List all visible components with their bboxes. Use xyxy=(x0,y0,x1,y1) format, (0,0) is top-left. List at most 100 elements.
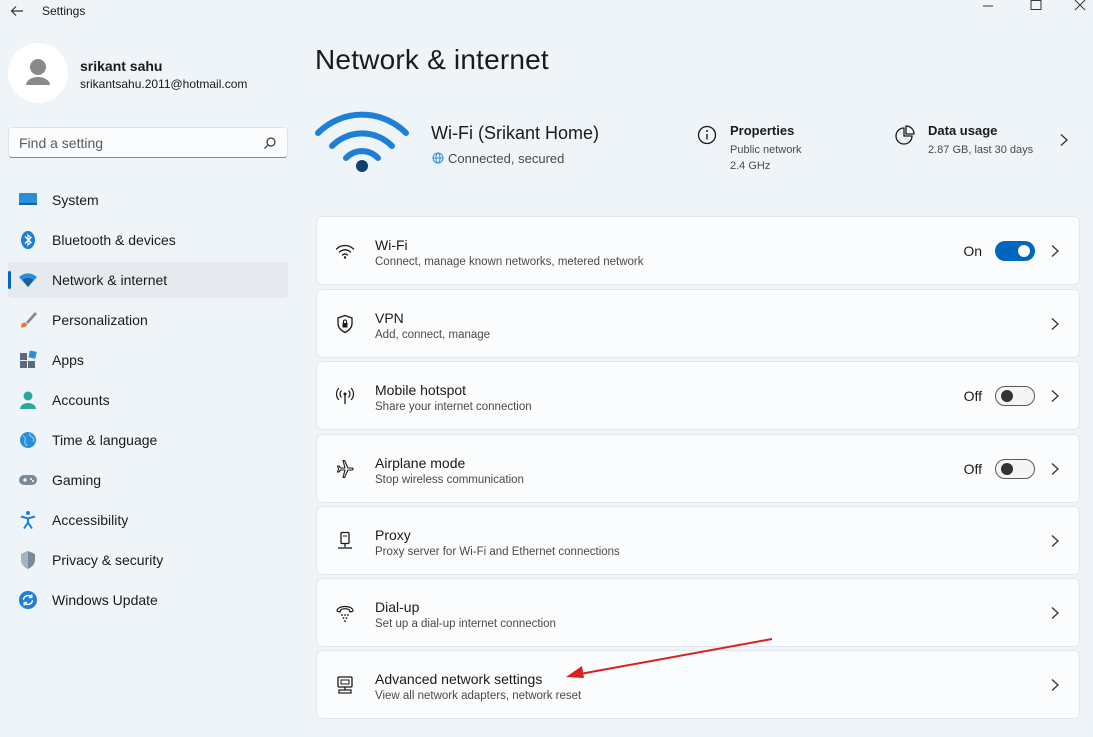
chevron-right-icon[interactable] xyxy=(1049,317,1061,331)
sidebar-item-label: Gaming xyxy=(52,472,102,488)
back-arrow-icon[interactable] xyxy=(8,2,26,20)
chevron-right-icon[interactable] xyxy=(1049,606,1061,620)
network-band: 2.4 GHz xyxy=(730,160,771,172)
sidebar-item-bluetooth[interactable]: Bluetooth & devices xyxy=(8,222,288,258)
account-icon xyxy=(20,391,36,409)
airplane-icon xyxy=(336,459,354,479)
card-title: Proxy xyxy=(375,527,411,543)
close-icon[interactable] xyxy=(1070,0,1090,12)
chevron-right-icon[interactable] xyxy=(1049,534,1061,548)
wifi-icon xyxy=(335,244,355,259)
sidebar-item-network[interactable]: Network & internet xyxy=(8,262,288,298)
gamepad-icon xyxy=(19,475,37,485)
mobile-hotspot-card[interactable]: Mobile hotspot Share your internet conne… xyxy=(316,361,1080,430)
brush-icon xyxy=(21,312,37,328)
toggle-label: Off xyxy=(963,461,982,477)
network-name: Wi-Fi (Srikant Home) xyxy=(431,123,600,143)
user-name: srikant sahu xyxy=(80,58,163,74)
sidebar-item-time-language[interactable]: Time & language xyxy=(8,422,288,458)
title-bar: Settings xyxy=(0,0,1093,24)
card-subtitle: Proxy server for Wi-Fi and Ethernet conn… xyxy=(375,546,620,558)
avatar[interactable] xyxy=(8,43,68,103)
card-subtitle: Connect, manage known networks, metered … xyxy=(375,256,644,268)
card-subtitle: Stop wireless communication xyxy=(375,474,524,486)
sidebar-item-label: Windows Update xyxy=(52,592,158,608)
airplane-mode-toggle[interactable] xyxy=(995,459,1035,479)
toggle-label: Off xyxy=(963,388,982,404)
data-usage-title: Data usage xyxy=(928,123,998,138)
sidebar-item-apps[interactable]: Apps xyxy=(8,342,288,378)
shield-icon xyxy=(21,551,35,569)
chevron-right-icon[interactable] xyxy=(1049,462,1061,476)
sidebar-item-label: Accounts xyxy=(52,392,110,408)
network-status: Connected, secured xyxy=(432,151,564,166)
search-input[interactable] xyxy=(19,134,249,152)
sidebar-item-privacy[interactable]: Privacy & security xyxy=(8,542,288,578)
sidebar-item-label: Accessibility xyxy=(52,512,129,528)
card-title: VPN xyxy=(375,310,404,326)
sidebar-item-label: System xyxy=(52,192,99,208)
sidebar-item-label: Network & internet xyxy=(52,272,168,288)
sidebar-item-label: Privacy & security xyxy=(52,552,164,568)
pie-chart-icon xyxy=(895,125,915,145)
advanced-network-icon xyxy=(337,676,353,694)
maximize-icon[interactable] xyxy=(1026,0,1046,12)
proxy-icon xyxy=(338,531,352,549)
toggle-knob xyxy=(1018,245,1030,257)
accessibility-icon xyxy=(20,511,36,530)
card-subtitle: Share your internet connection xyxy=(375,401,532,413)
sidebar-item-personalization[interactable]: Personalization xyxy=(8,302,288,338)
page-title: Network & internet xyxy=(315,44,549,75)
card-title: Wi-Fi xyxy=(375,237,408,253)
hotspot-icon xyxy=(335,387,355,404)
annotation-arrow xyxy=(566,638,773,678)
sidebar-item-system[interactable]: System xyxy=(8,182,288,218)
network-icon xyxy=(19,273,37,287)
chevron-right-icon xyxy=(1060,134,1068,146)
airplane-mode-card[interactable]: Airplane mode Stop wireless communicatio… xyxy=(316,434,1080,503)
mobile-hotspot-toggle[interactable] xyxy=(995,386,1035,406)
sidebar-item-gaming[interactable]: Gaming xyxy=(8,462,288,498)
sidebar-item-windows-update[interactable]: Windows Update xyxy=(8,582,288,618)
wifi-large-icon xyxy=(315,111,409,172)
proxy-card[interactable]: Proxy Proxy server for Wi-Fi and Etherne… xyxy=(316,506,1080,575)
toggle-label: On xyxy=(963,243,982,259)
sidebar-item-label: Time & language xyxy=(52,432,158,448)
search-icon[interactable] xyxy=(263,136,277,150)
selected-indicator xyxy=(8,271,11,289)
sidebar-item-accessibility[interactable]: Accessibility xyxy=(8,502,288,538)
search-box[interactable] xyxy=(8,127,288,158)
sidebar-item-label: Bluetooth & devices xyxy=(52,232,176,248)
apps-icon xyxy=(20,350,37,368)
data-usage-value: 2.87 GB, last 30 days xyxy=(928,144,1034,156)
card-title: Advanced network settings xyxy=(375,671,543,687)
minimize-icon[interactable] xyxy=(978,0,998,12)
toggle-knob xyxy=(1001,390,1013,402)
dialup-icon xyxy=(336,605,354,622)
card-title: Mobile hotspot xyxy=(375,382,467,398)
sidebar-item-accounts[interactable]: Accounts xyxy=(8,382,288,418)
data-usage-link[interactable]: Data usage 2.87 GB, last 30 days xyxy=(895,123,1075,163)
chevron-right-icon[interactable] xyxy=(1049,678,1061,692)
system-icon xyxy=(19,193,37,205)
info-icon xyxy=(697,125,717,145)
sidebar-item-label: Personalization xyxy=(52,312,148,328)
properties-link[interactable]: Properties Public network 2.4 GHz xyxy=(697,123,847,178)
card-title: Dial-up xyxy=(375,599,420,615)
card-subtitle: View all network adapters, network reset xyxy=(375,690,582,702)
card-subtitle: Add, connect, manage xyxy=(375,329,491,341)
toggle-knob xyxy=(1001,463,1013,475)
vpn-shield-icon xyxy=(337,314,353,334)
card-title: Airplane mode xyxy=(375,455,466,471)
wifi-card[interactable]: Wi-Fi Connect, manage known networks, me… xyxy=(316,216,1080,285)
wifi-toggle[interactable] xyxy=(995,241,1035,261)
vpn-card[interactable]: VPN Add, connect, manage xyxy=(316,289,1080,358)
bluetooth-icon xyxy=(21,231,35,249)
card-subtitle: Set up a dial-up internet connection xyxy=(375,618,556,630)
chevron-right-icon[interactable] xyxy=(1049,244,1061,258)
globe-small-icon xyxy=(432,152,444,164)
properties-title: Properties xyxy=(730,123,795,138)
user-email: srikantsahu.2011@hotmail.com xyxy=(80,77,248,91)
chevron-right-icon[interactable] xyxy=(1049,389,1061,403)
network-type: Public network xyxy=(730,144,802,156)
